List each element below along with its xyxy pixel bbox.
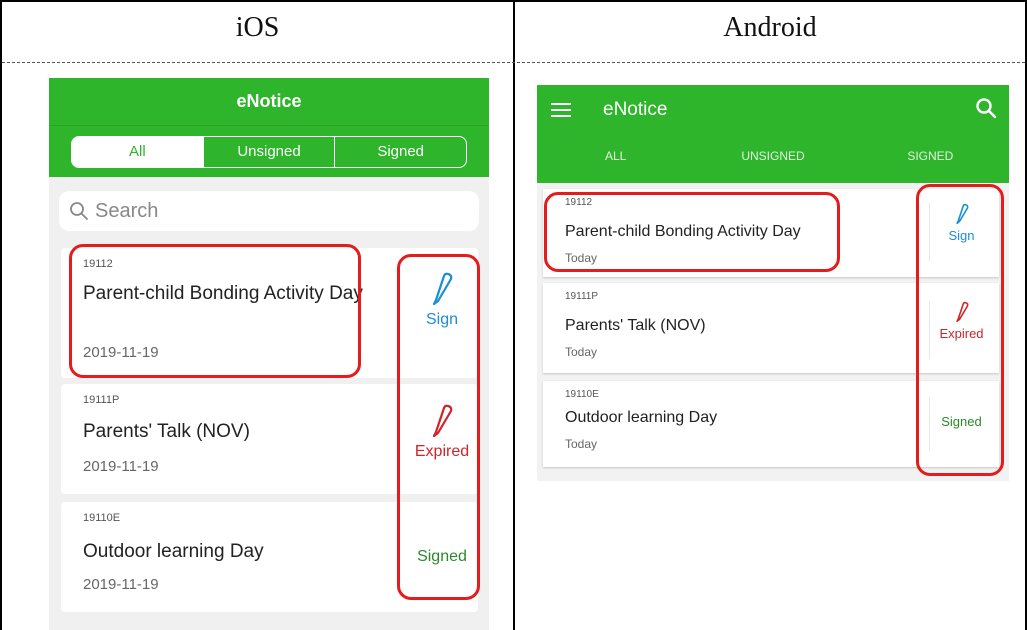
- header-divider: [2, 62, 1025, 63]
- ios-tab-signed[interactable]: Signed: [334, 137, 466, 167]
- ios-search-input[interactable]: Search: [59, 191, 479, 231]
- notice-title: Outdoor learning Day: [565, 409, 718, 426]
- android-tab-signed[interactable]: SIGNED: [852, 149, 1009, 163]
- table-border-left: [0, 0, 2, 630]
- table-divider: [513, 0, 515, 630]
- notice-date: 2019-11-19: [83, 458, 159, 475]
- annotation-ios-actions: [397, 254, 480, 600]
- ios-nav-title: eNotice: [49, 78, 489, 125]
- ios-segmented-control: All Unsigned Signed: [71, 136, 467, 168]
- table-border-top: [0, 0, 1027, 2]
- notice-title: Parents' Talk (NOV): [565, 317, 706, 334]
- notice-code: 19111P: [565, 291, 598, 302]
- android-tab-all[interactable]: ALL: [537, 149, 694, 163]
- annotation-android-actions: [916, 184, 1004, 476]
- annotation-android-notice-info: [544, 192, 840, 272]
- notice-date: Today: [565, 437, 598, 451]
- comparison-table: iOS Android eNotice All Unsigned Signed …: [0, 0, 1027, 630]
- notice-code: 19110E: [83, 512, 121, 524]
- android-app-bar: eNotice ALL UNSIGNED SIGNED: [537, 85, 1009, 183]
- ios-segment-bar: All Unsigned Signed: [49, 125, 489, 177]
- notice-code: 19110E: [565, 389, 599, 400]
- notice-title: Parents' Talk (NOV): [83, 421, 250, 442]
- annotation-ios-notice-info: [69, 244, 361, 378]
- column-title-android: Android: [723, 12, 817, 43]
- ios-search-wrap: Search: [49, 177, 489, 241]
- notice-code: 19111P: [83, 394, 120, 406]
- ios-search-placeholder: Search: [95, 199, 159, 222]
- menu-icon[interactable]: [551, 103, 571, 121]
- android-tab-unsigned[interactable]: UNSIGNED: [694, 149, 851, 163]
- ios-tab-all[interactable]: All: [72, 137, 203, 167]
- search-icon: [70, 202, 88, 220]
- android-tabs: ALL UNSIGNED SIGNED: [537, 149, 1009, 163]
- notice-date: Today: [565, 345, 598, 359]
- notice-title: Outdoor learning Day: [83, 541, 264, 562]
- android-app-title: eNotice: [603, 99, 668, 120]
- ios-tab-unsigned[interactable]: Unsigned: [202, 137, 335, 167]
- notice-date: 2019-11-19: [83, 576, 159, 593]
- column-title-ios: iOS: [235, 12, 280, 43]
- search-icon[interactable]: [975, 97, 997, 124]
